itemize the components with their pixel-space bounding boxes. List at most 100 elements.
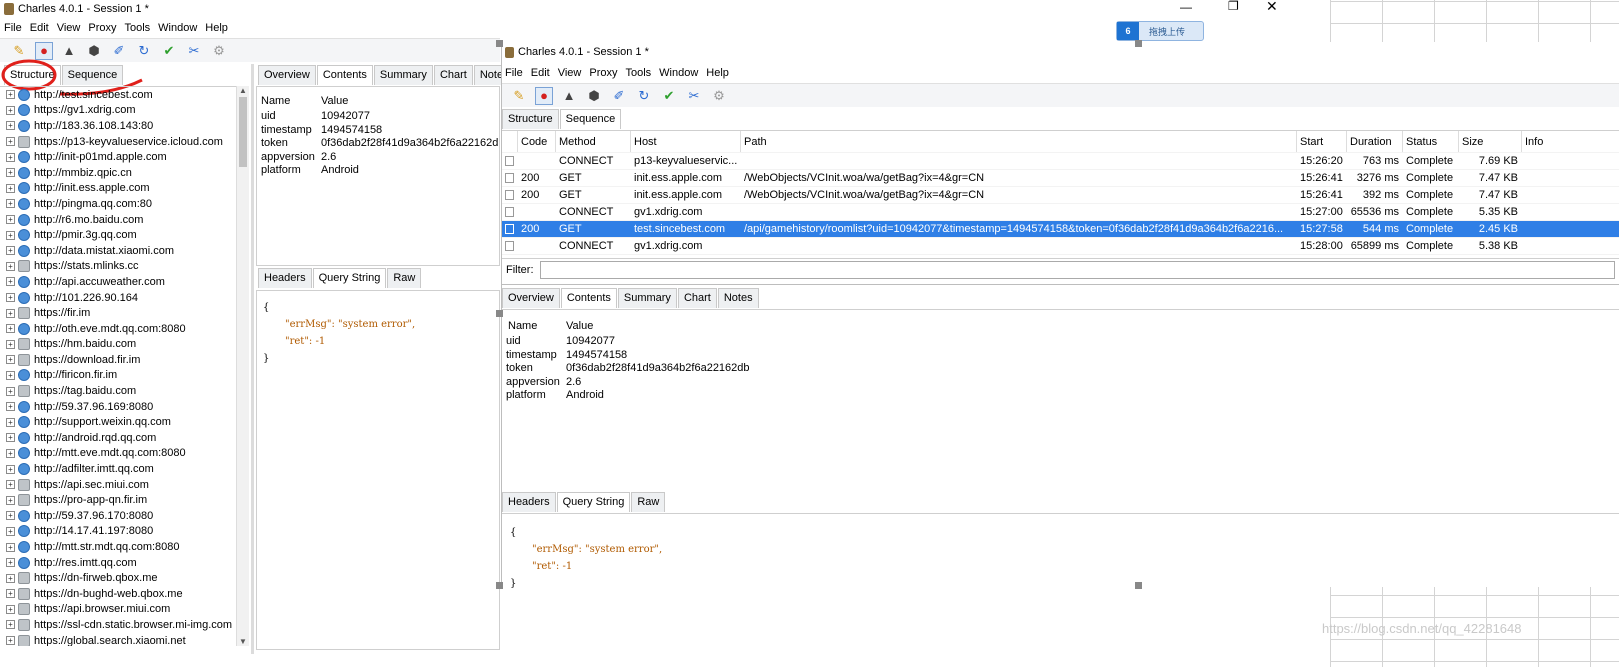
- host-tree-item[interactable]: + http://101.226.90.164: [0, 290, 236, 306]
- fg-menu-help[interactable]: Help: [706, 67, 729, 79]
- resize-handle[interactable]: [496, 310, 503, 317]
- col-status[interactable]: Status: [1403, 131, 1459, 152]
- host-tree-item[interactable]: + https://fir.im: [0, 305, 236, 321]
- fg-throttle-icon[interactable]: ▲: [560, 87, 578, 105]
- tab-chart[interactable]: Chart: [433, 65, 473, 85]
- expand-icon[interactable]: +: [6, 90, 15, 100]
- fg-record-icon[interactable]: ●: [535, 86, 553, 105]
- scroll-up-arrow[interactable]: ▲: [237, 86, 249, 95]
- host-tree-item[interactable]: + http://init-p01md.apple.com: [0, 149, 236, 165]
- tab-headers[interactable]: Headers: [258, 268, 312, 288]
- tab-query-string[interactable]: Query String: [312, 268, 387, 288]
- expand-icon[interactable]: +: [6, 542, 15, 552]
- sequence-row[interactable]: CONNECT gv1.xdrig.com 15:27:00 65536 ms Comp…: [502, 204, 1619, 221]
- fg-tab-chart[interactable]: Chart: [677, 288, 717, 308]
- sequence-row[interactable]: CONNECT p13-keyvalueservic... 15:26:20 763 …: [502, 153, 1619, 170]
- throttle-icon[interactable]: ▲: [60, 42, 78, 60]
- tab-contents[interactable]: Contents: [316, 65, 373, 85]
- host-tree-item[interactable]: + https://p13-keyvalueservice.icloud.com: [0, 134, 236, 150]
- splitter[interactable]: [251, 64, 254, 654]
- fg-menu-view[interactable]: View: [558, 67, 582, 79]
- scroll-down-arrow[interactable]: ▼: [239, 637, 247, 646]
- host-tree-item[interactable]: + https://api.sec.miui.com: [0, 477, 236, 493]
- menu-tools[interactable]: Tools: [124, 22, 150, 34]
- host-tree-item[interactable]: + http://mmbiz.qpic.cn: [0, 165, 236, 181]
- expand-icon[interactable]: +: [6, 339, 15, 349]
- sequence-row[interactable]: 200 GET init.ess.apple.com/WebObjects/VCIn…: [502, 187, 1619, 204]
- host-tree-item[interactable]: + https://dn-bughd-web.qbox.me: [0, 586, 236, 602]
- menu-view[interactable]: View: [57, 22, 81, 34]
- expand-icon[interactable]: +: [6, 433, 15, 443]
- host-tree-item[interactable]: + https://gv1.xdrig.com: [0, 103, 236, 119]
- menu-file[interactable]: File: [4, 22, 22, 34]
- host-tree-item[interactable]: + https://stats.mlinks.cc: [0, 259, 236, 275]
- expand-icon[interactable]: +: [6, 183, 15, 193]
- fg-tab-notes[interactable]: Notes: [717, 288, 759, 308]
- host-tree-item[interactable]: + http://mtt.str.mdt.qq.com:8080: [0, 539, 236, 555]
- host-tree-item[interactable]: + http://android.rqd.qq.com: [0, 430, 236, 446]
- expand-icon[interactable]: +: [6, 573, 15, 583]
- col-host[interactable]: Host: [631, 131, 741, 152]
- col-size[interactable]: Size: [1459, 131, 1522, 152]
- fg-menu-edit[interactable]: Edit: [531, 67, 550, 79]
- expand-icon[interactable]: +: [6, 620, 15, 630]
- fg-menu-window[interactable]: Window: [659, 67, 698, 79]
- fg-tab-raw[interactable]: Raw: [631, 492, 666, 512]
- tree-scrollbar[interactable]: ▲ ▼: [236, 86, 249, 646]
- col-start[interactable]: Start: [1297, 131, 1347, 152]
- expand-icon[interactable]: +: [6, 464, 15, 474]
- fg-tab-query-string[interactable]: Query String: [556, 492, 631, 512]
- resize-handle[interactable]: [1135, 582, 1142, 589]
- tab-overview[interactable]: Overview: [258, 65, 316, 85]
- fg-broom-icon[interactable]: ✎: [510, 87, 528, 105]
- resize-handle[interactable]: [1135, 40, 1142, 47]
- fg-check-icon[interactable]: ✔: [660, 87, 678, 105]
- fg-pen-icon[interactable]: ✐: [610, 87, 628, 105]
- fg-breakpoint-icon[interactable]: ⬢: [585, 87, 603, 105]
- menu-window[interactable]: Window: [158, 22, 197, 34]
- expand-icon[interactable]: +: [6, 386, 15, 396]
- host-tree-item[interactable]: + https://global.search.xiaomi.net: [0, 633, 236, 646]
- sequence-row[interactable]: 200 GET test.sincebest.com/api/gamehistory…: [502, 221, 1619, 238]
- tab-summary[interactable]: Summary: [373, 65, 433, 85]
- col-code[interactable]: Code: [518, 131, 556, 152]
- col-method[interactable]: Method: [556, 131, 631, 152]
- breakpoint-icon[interactable]: ⬢: [85, 42, 103, 60]
- expand-icon[interactable]: +: [6, 636, 15, 646]
- close-button[interactable]: ✕: [1266, 0, 1278, 15]
- expand-icon[interactable]: +: [6, 152, 15, 162]
- expand-icon[interactable]: +: [6, 604, 15, 614]
- expand-icon[interactable]: +: [6, 589, 15, 599]
- scroll-thumb[interactable]: [239, 97, 247, 167]
- host-tree-item[interactable]: + http://oth.eve.mdt.qq.com:8080: [0, 321, 236, 337]
- host-tree-item[interactable]: + https://hm.baidu.com: [0, 337, 236, 353]
- settings-icon[interactable]: ⚙: [210, 42, 228, 60]
- host-tree-item[interactable]: + http://support.weixin.qq.com: [0, 414, 236, 430]
- host-tree-item[interactable]: + http://firicon.fir.im: [0, 368, 236, 384]
- host-tree-item[interactable]: + http://data.mistat.xiaomi.com: [0, 243, 236, 259]
- host-tree-item[interactable]: + https://download.fir.im: [0, 352, 236, 368]
- record-icon[interactable]: ●: [35, 41, 53, 60]
- fg-tab-sequence[interactable]: Sequence: [559, 109, 622, 129]
- menu-edit[interactable]: Edit: [30, 22, 49, 34]
- host-tree-item[interactable]: + https://dn-firweb.qbox.me: [0, 570, 236, 586]
- tools-icon[interactable]: ✂: [185, 42, 203, 60]
- fg-tab-contents[interactable]: Contents: [560, 288, 617, 308]
- host-tree-item[interactable]: + http://adfilter.imtt.qq.com: [0, 461, 236, 477]
- fg-tab-summary[interactable]: Summary: [617, 288, 677, 308]
- fg-refresh-icon[interactable]: ↻: [635, 87, 653, 105]
- fg-settings-icon[interactable]: ⚙: [710, 87, 728, 105]
- tab-raw[interactable]: Raw: [387, 268, 422, 288]
- host-tree-item[interactable]: + https://ssl-cdn.static.browser.mi-img.c…: [0, 617, 236, 633]
- host-tree-item[interactable]: + http://59.37.96.170:8080: [0, 508, 236, 524]
- expand-icon[interactable]: +: [6, 308, 15, 318]
- fg-tab-overview[interactable]: Overview: [502, 288, 560, 308]
- host-tree-item[interactable]: + http://r6.mo.baidu.com: [0, 212, 236, 228]
- host-tree-item[interactable]: + https://api.browser.miui.com: [0, 602, 236, 618]
- expand-icon[interactable]: +: [6, 324, 15, 334]
- menu-help[interactable]: Help: [205, 22, 228, 34]
- sequence-row[interactable]: 200 GET init.ess.apple.com/WebObjects/VCIn…: [502, 170, 1619, 187]
- host-tree-item[interactable]: + http://res.imtt.qq.com: [0, 555, 236, 571]
- check-icon[interactable]: ✔: [160, 42, 178, 60]
- expand-icon[interactable]: +: [6, 168, 15, 178]
